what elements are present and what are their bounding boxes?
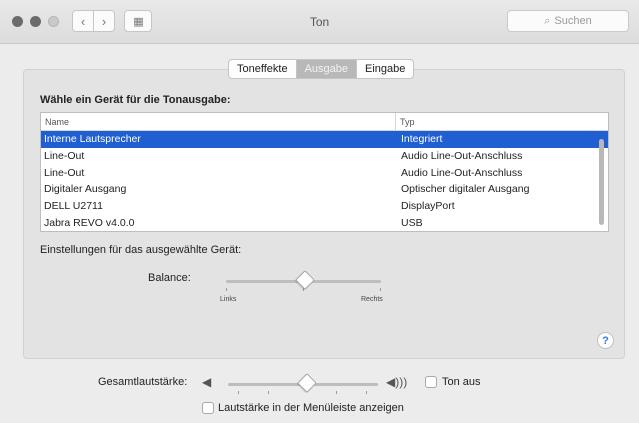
device-name: Interne Lautsprecher bbox=[44, 133, 141, 145]
device-type: Audio Line-Out-Anschluss bbox=[401, 149, 523, 162]
list-header: Name Typ bbox=[41, 113, 608, 131]
device-name: DELL U2711 bbox=[44, 200, 103, 213]
device-name: Line-Out bbox=[44, 166, 85, 179]
tab-ausgabe[interactable]: Ausgabe bbox=[296, 60, 357, 78]
speaker-high-icon: ◀))) bbox=[386, 375, 408, 389]
table-row[interactable]: Line-Out Audio Line-Out-Anschluss bbox=[41, 165, 608, 182]
output-volume-label: Gesamtlautstärke: bbox=[98, 376, 188, 388]
device-settings-label: Einstellungen für das ausgewählte Gerät: bbox=[40, 244, 242, 256]
tab-toneffekte[interactable]: Toneffekte bbox=[229, 60, 297, 78]
search-field[interactable]: ⌕ Suchen bbox=[507, 10, 629, 32]
slider-tick bbox=[380, 288, 381, 291]
device-type: Audio Line-Out-Anschluss bbox=[401, 166, 523, 179]
balance-right-label: Rechts bbox=[361, 296, 383, 303]
device-type: Integriert bbox=[401, 133, 443, 145]
show-volume-in-menubar-label[interactable]: Lautstärke in der Menüleiste anzeigen bbox=[218, 402, 404, 414]
table-row[interactable]: Digitaler Ausgang Optischer digitaler Au… bbox=[41, 181, 608, 198]
column-header-name[interactable]: Name bbox=[41, 113, 396, 130]
list-scrollbar[interactable] bbox=[599, 139, 604, 225]
show-volume-in-menubar-checkbox[interactable] bbox=[202, 402, 214, 414]
mute-checkbox[interactable] bbox=[425, 376, 437, 388]
slider-tick bbox=[226, 288, 227, 291]
slider-tick bbox=[268, 391, 269, 394]
volume-slider-knob[interactable] bbox=[297, 373, 317, 393]
tab-eingabe[interactable]: Eingabe bbox=[357, 60, 413, 78]
table-row[interactable]: Line-Out Audio Line-Out-Anschluss bbox=[41, 148, 608, 165]
device-list[interactable]: Name Typ Interne Lautsprecher Integriert… bbox=[40, 112, 609, 232]
speaker-low-icon: ◀ bbox=[202, 375, 212, 389]
balance-label: Balance: bbox=[148, 272, 191, 284]
search-icon: ⌕ bbox=[544, 14, 551, 27]
table-row[interactable]: DELL U2711 DisplayPort bbox=[41, 198, 608, 215]
device-type: DisplayPort bbox=[401, 200, 455, 213]
section-title: Wähle ein Gerät für die Tonausgabe: bbox=[40, 94, 231, 106]
slider-tick bbox=[238, 391, 239, 394]
device-name: Line-Out bbox=[44, 149, 85, 162]
column-header-type[interactable]: Typ bbox=[396, 113, 415, 130]
device-type: Optischer digitaler Ausgang bbox=[401, 183, 530, 196]
table-row[interactable]: Interne Lautsprecher Integriert bbox=[41, 131, 608, 148]
device-type: USB bbox=[401, 216, 423, 229]
search-placeholder: Suchen bbox=[554, 15, 592, 27]
title-bar: ‹ › ▦ Ton ⌕ Suchen bbox=[0, 0, 639, 44]
help-icon: ? bbox=[602, 334, 609, 347]
tab-bar: Toneffekte Ausgabe Eingabe bbox=[228, 59, 415, 79]
help-button[interactable]: ? bbox=[597, 332, 614, 349]
mute-label[interactable]: Ton aus bbox=[442, 376, 481, 388]
device-name: Jabra REVO v4.0.0 bbox=[44, 216, 135, 229]
slider-tick bbox=[366, 391, 367, 394]
device-name: Digitaler Ausgang bbox=[44, 183, 127, 196]
slider-tick bbox=[336, 391, 337, 394]
balance-left-label: Links bbox=[220, 296, 237, 303]
table-row[interactable]: Jabra REVO v4.0.0 USB bbox=[41, 215, 608, 231]
